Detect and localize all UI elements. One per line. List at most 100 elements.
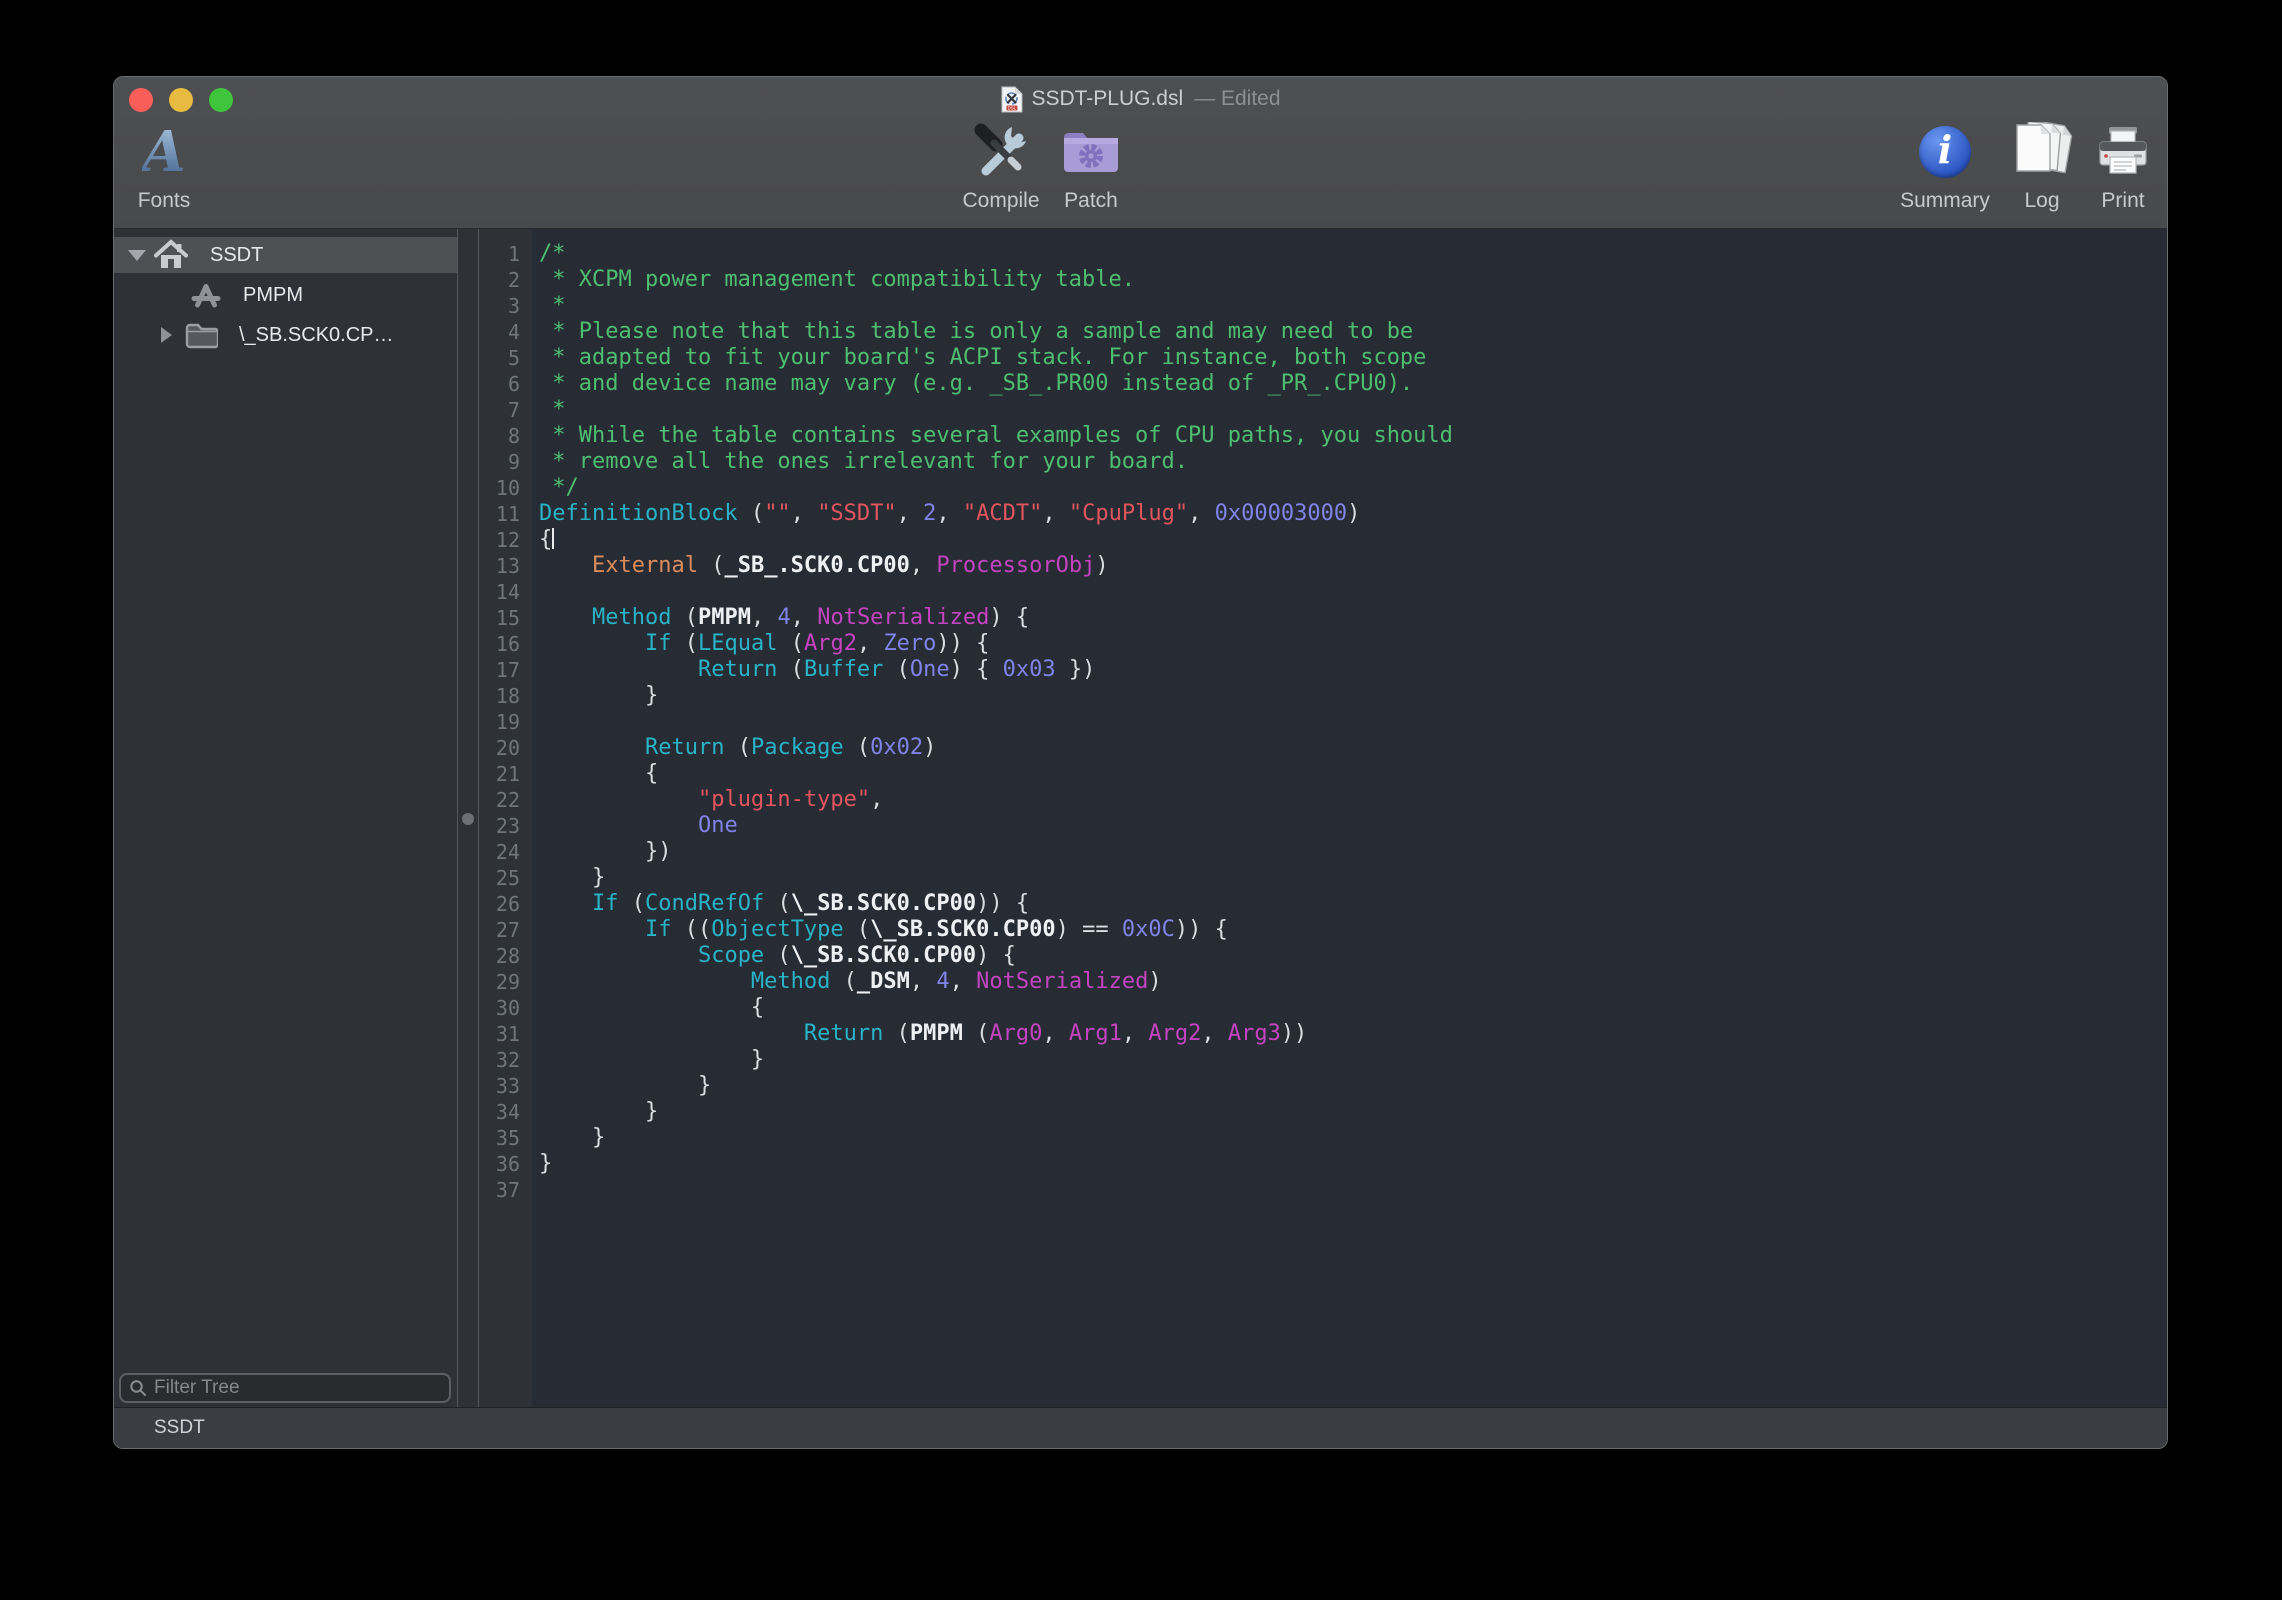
code-line[interactable]: 30 { bbox=[479, 995, 2167, 1021]
line-number: 25 bbox=[479, 865, 526, 891]
line-number: 1 bbox=[479, 241, 526, 267]
code-line[interactable]: 34 } bbox=[479, 1099, 2167, 1125]
code-line[interactable]: 22 "plugin-type", bbox=[479, 787, 2167, 813]
line-number: 37 bbox=[479, 1177, 526, 1203]
code-line[interactable]: 5 * adapted to fit your board's ACPI sta… bbox=[479, 345, 2167, 371]
zoom-button[interactable] bbox=[209, 88, 233, 112]
code-line[interactable]: 27 If ((ObjectType (\_SB.SCK0.CP00) == 0… bbox=[479, 917, 2167, 943]
code-line[interactable]: 32 } bbox=[479, 1047, 2167, 1073]
fonts-icon: A bbox=[142, 117, 185, 187]
code-line[interactable]: 16 If (LEqual (Arg2, Zero)) { bbox=[479, 631, 2167, 657]
splitter[interactable] bbox=[458, 229, 478, 1409]
search-icon bbox=[129, 1379, 147, 1397]
code-line[interactable]: 36} bbox=[479, 1151, 2167, 1177]
line-number: 22 bbox=[479, 787, 526, 813]
main-split-view: SSDT PMPM \_SB.SCK0.CP… bbox=[114, 229, 2167, 1409]
code-line[interactable]: 13 External (_SB_.SCK0.CP00, ProcessorOb… bbox=[479, 553, 2167, 579]
line-number: 30 bbox=[479, 995, 526, 1021]
code-line[interactable]: 11DefinitionBlock ("", "SSDT", 2, "ACDT"… bbox=[479, 501, 2167, 527]
code-line[interactable]: 23 One bbox=[479, 813, 2167, 839]
code-line[interactable]: 2 * XCPM power management compatibility … bbox=[479, 267, 2167, 293]
code-line[interactable]: 12{ bbox=[479, 527, 2167, 553]
code-line[interactable]: 18 } bbox=[479, 683, 2167, 709]
line-number: 28 bbox=[479, 943, 526, 969]
line-number: 11 bbox=[479, 501, 526, 527]
line-number: 23 bbox=[479, 813, 526, 839]
code-line[interactable]: 10 */ bbox=[479, 475, 2167, 501]
line-number: 6 bbox=[479, 371, 526, 397]
line-number: 31 bbox=[479, 1021, 526, 1047]
code-line[interactable]: 1/* bbox=[479, 241, 2167, 267]
patch-icon bbox=[1059, 117, 1123, 187]
code-editor[interactable]: 1/*2 * XCPM power management compatibili… bbox=[479, 229, 2167, 1409]
line-number: 7 bbox=[479, 397, 526, 423]
code-line[interactable]: 33 } bbox=[479, 1073, 2167, 1099]
tree-item-pmpm[interactable]: PMPM bbox=[114, 277, 457, 313]
code-line[interactable]: 20 Return (Package (0x02) bbox=[479, 735, 2167, 761]
code-line[interactable]: 14 bbox=[479, 579, 2167, 605]
fonts-button[interactable]: A Fonts bbox=[118, 117, 210, 213]
line-number: 12 bbox=[479, 527, 526, 553]
code-line[interactable]: 6 * and device name may vary (e.g. _SB_.… bbox=[479, 371, 2167, 397]
disclosure-collapsed-icon[interactable] bbox=[161, 327, 172, 343]
code-line[interactable]: 35 } bbox=[479, 1125, 2167, 1151]
status-bar: SSDT bbox=[114, 1407, 2167, 1448]
code-line[interactable]: 4 * Please note that this table is only … bbox=[479, 319, 2167, 345]
code-line[interactable]: 19 bbox=[479, 709, 2167, 735]
window-title: DSL SSDT-PLUG.dsl — Edited bbox=[1000, 81, 1280, 117]
code-line[interactable]: 37 bbox=[479, 1177, 2167, 1203]
print-button[interactable]: Print bbox=[2063, 117, 2168, 213]
close-button[interactable] bbox=[129, 88, 153, 112]
code-line[interactable]: 9 * remove all the ones irrelevant for y… bbox=[479, 449, 2167, 475]
code-line[interactable]: 8 * While the table contains several exa… bbox=[479, 423, 2167, 449]
code-line[interactable]: 24 }) bbox=[479, 839, 2167, 865]
minimize-button[interactable] bbox=[169, 88, 193, 112]
code-line[interactable]: 25 } bbox=[479, 865, 2167, 891]
line-number: 2 bbox=[479, 267, 526, 293]
line-number: 26 bbox=[479, 891, 526, 917]
line-number: 15 bbox=[479, 605, 526, 631]
method-icon bbox=[188, 279, 222, 311]
code-line[interactable]: 26 If (CondRefOf (\_SB.SCK0.CP00)) { bbox=[479, 891, 2167, 917]
disclosure-expanded-icon[interactable] bbox=[128, 250, 146, 261]
patch-button[interactable]: Patch bbox=[1031, 117, 1151, 213]
code-line[interactable]: 31 Return (PMPM (Arg0, Arg1, Arg2, Arg3)… bbox=[479, 1021, 2167, 1047]
tree-item-ssdt[interactable]: SSDT bbox=[114, 237, 457, 273]
code-line[interactable]: 3 * bbox=[479, 293, 2167, 319]
code-lines: 1/*2 * XCPM power management compatibili… bbox=[479, 241, 2167, 1203]
splitter-handle-icon[interactable] bbox=[462, 813, 474, 825]
line-number: 4 bbox=[479, 319, 526, 345]
text-caret bbox=[552, 528, 554, 549]
line-number: 14 bbox=[479, 579, 526, 605]
status-text: SSDT bbox=[154, 1417, 205, 1439]
svg-text:DSL: DSL bbox=[1007, 105, 1016, 110]
window-header: DSL SSDT-PLUG.dsl — Edited A Fonts bbox=[114, 77, 2167, 229]
filter-tree-field[interactable] bbox=[119, 1373, 451, 1403]
maciasl-window: DSL SSDT-PLUG.dsl — Edited A Fonts bbox=[113, 76, 2168, 1449]
line-number: 35 bbox=[479, 1125, 526, 1151]
line-number: 19 bbox=[479, 709, 526, 735]
code-line[interactable]: 28 Scope (\_SB.SCK0.CP00) { bbox=[479, 943, 2167, 969]
code-line[interactable]: 7 * bbox=[479, 397, 2167, 423]
folder-icon bbox=[184, 321, 218, 349]
line-number: 24 bbox=[479, 839, 526, 865]
line-number: 9 bbox=[479, 449, 526, 475]
line-number: 27 bbox=[479, 917, 526, 943]
line-number: 21 bbox=[479, 761, 526, 787]
code-line[interactable]: 15 Method (PMPM, 4, NotSerialized) { bbox=[479, 605, 2167, 631]
code-line[interactable]: 17 Return (Buffer (One) { 0x03 }) bbox=[479, 657, 2167, 683]
line-number: 18 bbox=[479, 683, 526, 709]
line-number: 34 bbox=[479, 1099, 526, 1125]
title-edited-state: — Edited bbox=[1194, 87, 1280, 111]
compile-icon bbox=[970, 117, 1032, 187]
line-number: 3 bbox=[479, 293, 526, 319]
tree-item-sb-sck0[interactable]: \_SB.SCK0.CP… bbox=[114, 317, 457, 353]
title-filename: SSDT-PLUG.dsl bbox=[1031, 87, 1183, 111]
code-line[interactable]: 21 { bbox=[479, 761, 2167, 787]
sidebar-tree: SSDT PMPM \_SB.SCK0.CP… bbox=[114, 229, 457, 1409]
line-number: 16 bbox=[479, 631, 526, 657]
filter-input[interactable] bbox=[154, 1377, 441, 1399]
printer-icon bbox=[2094, 117, 2152, 187]
code-line[interactable]: 29 Method (_DSM, 4, NotSerialized) bbox=[479, 969, 2167, 995]
info-icon: i bbox=[1919, 117, 1971, 187]
